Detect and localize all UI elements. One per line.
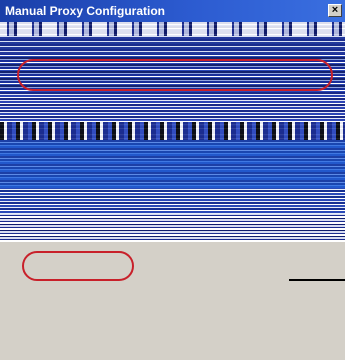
title-bar[interactable]: Manual Proxy Configuration ×: [0, 0, 345, 22]
glitch-band: [0, 214, 345, 242]
glitch-band: [0, 22, 345, 36]
divider-line: [289, 279, 345, 281]
manual-proxy-configuration-window: Manual Proxy Configuration ×: [0, 0, 345, 360]
glitch-band: [0, 140, 345, 188]
glitch-band: [0, 188, 345, 214]
highlight-oval-top: [17, 59, 333, 91]
glitch-band: [0, 92, 345, 122]
glitch-band: [0, 122, 345, 140]
corrupted-content-area: [0, 22, 345, 242]
glitch-band: [0, 36, 345, 54]
close-icon[interactable]: ×: [328, 4, 342, 17]
window-title: Manual Proxy Configuration: [5, 4, 166, 18]
highlight-oval-bottom: [22, 251, 134, 281]
